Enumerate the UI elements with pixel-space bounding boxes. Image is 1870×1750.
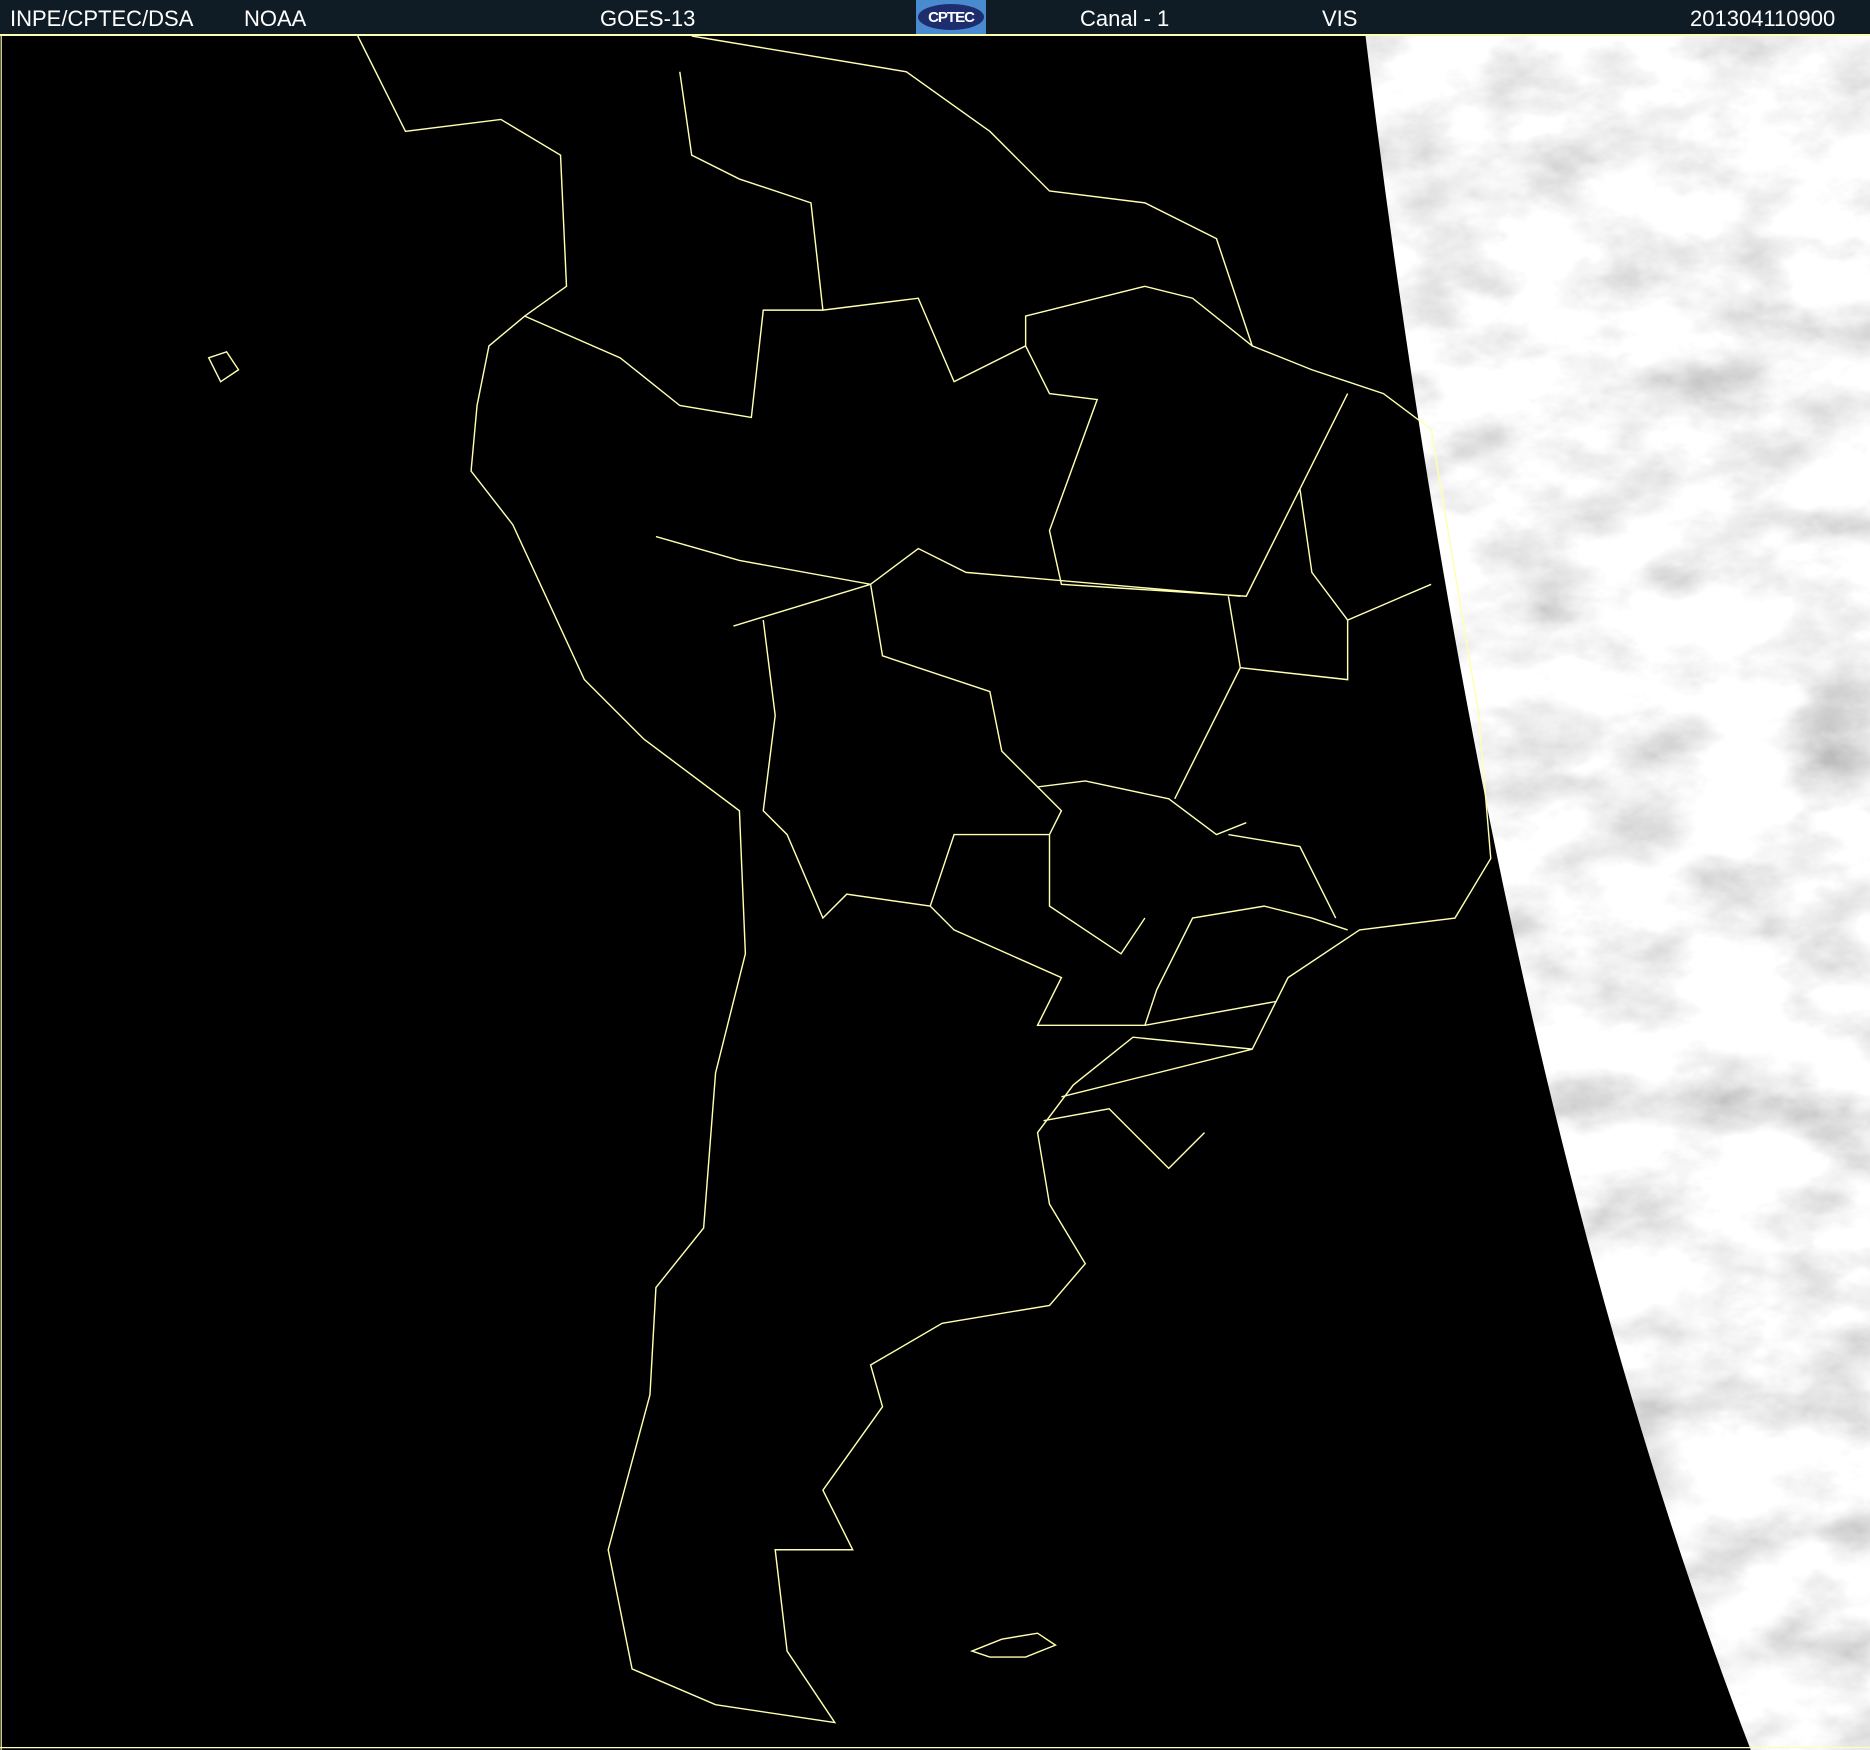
channel-label: Canal - 1 [1080, 6, 1170, 31]
agency-label: NOAA [244, 6, 307, 31]
image-header: INPE/CPTEC/DSA NOAA GOES-13 CPTEC Canal … [0, 0, 1870, 36]
cptec-logo-text: CPTEC [918, 4, 984, 30]
timestamp-label: 201304110900 [1690, 6, 1836, 31]
org-label: INPE/CPTEC/DSA [10, 6, 194, 31]
band-label: VIS [1322, 6, 1358, 31]
satellite-map [0, 36, 1870, 1750]
satellite-label: GOES-13 [600, 6, 696, 31]
cptec-logo: CPTEC [916, 0, 986, 34]
